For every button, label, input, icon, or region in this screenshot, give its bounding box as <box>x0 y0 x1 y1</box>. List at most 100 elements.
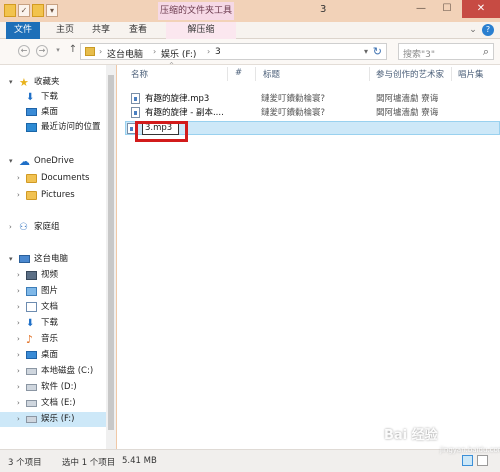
nav-label: 视频 <box>41 270 59 280</box>
search-input[interactable]: 搜索"3" <box>403 47 435 60</box>
chevron-right-icon[interactable]: › <box>17 348 20 363</box>
nav-favorites[interactable]: ▾ ★ 收藏夹 <box>0 75 116 90</box>
chevron-right-icon[interactable]: › <box>17 316 20 331</box>
column-header-number[interactable]: # <box>235 68 242 78</box>
nav-label: 这台电脑 <box>34 254 69 264</box>
nav-drive-f[interactable]: › 娱乐 (F:) <box>0 412 116 427</box>
music-icon: ♪ <box>26 333 34 346</box>
recent-locations-icon[interactable]: ▾ <box>52 45 64 57</box>
chevron-right-icon[interactable]: › <box>17 300 20 315</box>
properties-icon[interactable]: ✓ <box>18 4 30 17</box>
back-button[interactable]: ← <box>18 45 30 57</box>
ribbon-tabs: 文件 主页 共享 查看 解压缩 ⌄ ? <box>0 22 500 39</box>
audio-file-icon <box>131 93 140 104</box>
desktop-icon <box>26 108 37 116</box>
file-row[interactable]: 有趣的旋律.mp3 鏈夎叮鐨勬棆寰? 闆阿壚濇勮 寮诲 <box>125 92 500 106</box>
tab-extract[interactable]: 解压缩 <box>166 22 236 39</box>
computer-icon <box>19 255 30 263</box>
nav-videos[interactable]: › 视频 <box>0 268 116 283</box>
nav-onedrive[interactable]: ▾ ☁ OneDrive <box>0 154 116 169</box>
status-size: 5.41 MB <box>122 456 157 466</box>
nav-docs[interactable]: › 文档 <box>0 300 116 315</box>
file-name: 有趣的旋律.mp3 <box>145 94 210 104</box>
download-icon: ⬇ <box>26 318 35 329</box>
chevron-right-icon[interactable]: › <box>17 412 20 427</box>
nav-music[interactable]: › ♪ 音乐 <box>0 332 116 347</box>
search-icon[interactable]: ⌕ <box>483 45 489 59</box>
chevron-right-icon[interactable]: › <box>17 396 20 411</box>
column-header-album[interactable]: 唱片集 <box>458 68 484 80</box>
breadcrumb-separator-icon: › <box>207 47 211 56</box>
window-title: 3 <box>320 4 327 15</box>
nav-drive-c[interactable]: › 本地磁盘 (C:) <box>0 364 116 379</box>
column-divider[interactable] <box>255 67 256 81</box>
folder-icon <box>85 47 95 56</box>
chevron-right-icon[interactable]: › <box>17 171 20 186</box>
column-divider[interactable] <box>451 67 452 81</box>
large-icons-view-icon[interactable] <box>477 455 488 466</box>
file-row[interactable]: 有趣的旋律 - 副本.... 鏈夎叮鐨勬棆寰? 闆阿壚濇勮 寮诲 <box>125 106 500 120</box>
column-divider[interactable] <box>227 67 228 81</box>
nav-label: 最近访问的位置 <box>41 122 101 132</box>
nav-label: 音乐 <box>41 334 59 344</box>
chevron-down-icon[interactable]: ▾ <box>9 75 13 90</box>
column-header-title[interactable]: 标题 <box>263 68 280 80</box>
desktop-icon <box>26 351 37 359</box>
chevron-right-icon[interactable]: › <box>17 268 20 283</box>
chevron-right-icon[interactable]: › <box>17 284 20 299</box>
breadcrumb-drive-f[interactable]: 娱乐 (F:) <box>161 47 196 60</box>
chevron-down-icon[interactable]: ▾ <box>9 252 13 267</box>
nav-label: 下载 <box>41 92 59 102</box>
file-title: 鏈夎叮鐨勬棆寰? <box>261 108 326 118</box>
scrollbar-thumb[interactable] <box>108 75 114 430</box>
nav-desktop-pc[interactable]: › 桌面 <box>0 348 116 363</box>
drive-icon <box>26 368 37 375</box>
nav-this-pc[interactable]: ▾ 这台电脑 <box>0 252 116 267</box>
column-divider[interactable] <box>369 67 370 81</box>
nav-documents[interactable]: › Documents <box>0 171 116 186</box>
nav-images[interactable]: › 图片 <box>0 284 116 299</box>
help-icon[interactable]: ? <box>482 24 494 36</box>
tab-home[interactable]: 主页 <box>55 22 75 39</box>
column-header-artist[interactable]: 参与创作的艺术家 <box>376 68 444 80</box>
maximize-button[interactable]: ☐ <box>436 0 458 18</box>
nav-drive-d[interactable]: › 软件 (D:) <box>0 380 116 395</box>
expand-ribbon-icon[interactable]: ⌄ <box>468 22 478 39</box>
nav-recent-places[interactable]: 最近访问的位置 <box>0 120 116 135</box>
homegroup-icon: ⚇ <box>19 222 28 233</box>
navigation-scrollbar[interactable] <box>106 65 116 449</box>
chevron-right-icon[interactable]: › <box>17 188 20 203</box>
file-artist: 闆阿壚濇勮 寮诲 <box>376 108 439 118</box>
chevron-down-icon[interactable]: ▾ <box>46 4 58 17</box>
chevron-down-icon[interactable]: ▾ <box>364 47 368 56</box>
chevron-right-icon[interactable]: › <box>17 364 20 379</box>
breadcrumb-this-pc[interactable]: 这台电脑 <box>107 47 143 60</box>
nav-desktop[interactable]: 桌面 <box>0 105 116 120</box>
column-header-name[interactable]: 名称 <box>131 68 148 80</box>
nav-pictures[interactable]: › Pictures <box>0 188 116 203</box>
search-box[interactable]: 搜索"3" ⌕ <box>398 43 494 60</box>
cloud-icon: ☁ <box>19 155 30 168</box>
file-artist: 闆阿壚濇勮 寮诲 <box>376 94 439 104</box>
nav-label: 桌面 <box>41 350 59 360</box>
chevron-right-icon[interactable]: › <box>17 380 20 395</box>
refresh-icon[interactable]: ↻ <box>373 45 382 58</box>
nav-homegroup[interactable]: › ⚇ 家庭组 <box>0 220 116 235</box>
chevron-right-icon[interactable]: › <box>9 220 12 235</box>
new-folder-icon[interactable] <box>32 4 44 17</box>
nav-drive-e[interactable]: › 文档 (E:) <box>0 396 116 411</box>
tab-share[interactable]: 共享 <box>89 22 113 39</box>
nav-downloads[interactable]: ⬇ 下载 <box>0 90 116 105</box>
chevron-right-icon[interactable]: › <box>17 332 20 347</box>
details-view-icon[interactable] <box>462 455 473 466</box>
up-button[interactable]: ↑ <box>67 45 79 57</box>
minimize-button[interactable]: — <box>410 0 432 18</box>
forward-button[interactable]: → <box>36 45 48 57</box>
tab-file[interactable]: 文件 <box>6 22 40 39</box>
tab-view[interactable]: 查看 <box>126 22 150 39</box>
breadcrumb-folder-3[interactable]: 3 <box>215 47 221 57</box>
close-button[interactable]: ✕ <box>462 0 500 18</box>
nav-dl[interactable]: › ⬇ 下载 <box>0 316 116 331</box>
address-bar[interactable]: › 这台电脑 › 娱乐 (F:) › 3 ▾ ↻ <box>80 43 387 60</box>
chevron-down-icon[interactable]: ▾ <box>9 154 13 169</box>
